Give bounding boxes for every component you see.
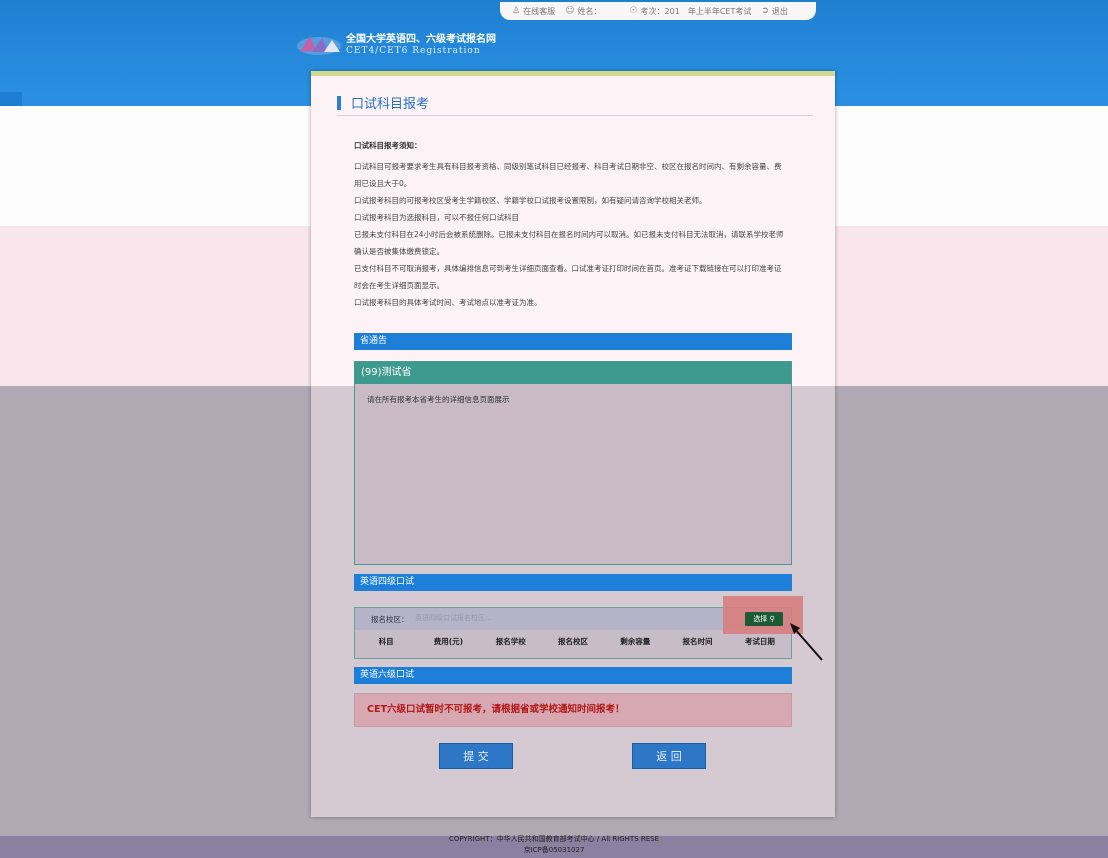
column-header: 考试日期: [744, 637, 775, 646]
pointer-arrow-icon: [790, 623, 823, 661]
province-notice-box: (99)测试省 请在所有报考本省考生的详细信息页面展示: [354, 361, 792, 565]
icp-text: 京ICP备05031027: [523, 846, 585, 854]
notice-line: 口试报考科目为选报科目，可以不报任何口试科目: [354, 213, 519, 222]
submit-button[interactable]: 提 交: [439, 743, 513, 769]
site-title: 全国大学英语四、六级考试报名网: [346, 33, 496, 45]
notice-line: 口试科目可报考要求考生具有科目报考资格、同级别笔试科目已经报考、科目考试日期非空…: [354, 162, 782, 171]
column-header: 报名时间: [682, 637, 713, 646]
notice-heading: 口试科目报考须知：: [354, 141, 422, 150]
notice-line: 口试报考科目的具体考试时间、考试地点以准考证为准。: [354, 298, 542, 307]
column-header: 费用(元): [433, 637, 464, 646]
cet-logo-icon: [296, 32, 342, 58]
campus-input[interactable]: 英语四级口试报名校区...: [415, 613, 492, 623]
title-marker: [337, 95, 341, 110]
cet6-oral-bar: 英语六级口试: [354, 667, 792, 684]
panel-top-accent: [311, 71, 835, 76]
column-header: 科目: [378, 637, 394, 646]
campus-label: 报名校区：: [371, 615, 409, 624]
logout-icon: ➲: [761, 6, 769, 16]
footer: COPYRIGHT：中华人民共和国教育部考试中心 / All RIGHTS RE…: [0, 834, 1108, 856]
customer-service-icon: ♙: [512, 6, 521, 16]
campus-row: 报名校区： 英语四级口试报名校区... 选择 ⚲: [355, 596, 803, 634]
user-icon: ☺: [565, 6, 575, 16]
online-service-link[interactable]: ♙ 在线客服: [512, 6, 555, 17]
column-header: 剩余容量: [620, 637, 651, 646]
page-title: 口试科目报考: [337, 93, 429, 112]
column-header: 报名学校: [495, 637, 526, 646]
back-button[interactable]: 返 回: [632, 743, 706, 769]
province-notice-bar: 省通告: [354, 333, 792, 350]
cet6-warning: CET六级口试暂时不可报考，请根据省或学校通知时间报考！: [354, 693, 792, 727]
select-campus-button[interactable]: 选择 ⚲: [745, 612, 783, 626]
user-bar: ♙ 在线客服 ☺ 姓名： ☉ 考次：201 年上半年CET考试 ➲ 退出: [500, 2, 816, 20]
notice-line: 已支付科目不可取消报考，具体编排信息可到考生详细页面查看。口试准考证打印时间在首…: [354, 264, 782, 273]
cet4-oral-bar: 英语四级口试: [354, 574, 792, 591]
main-panel: 口试科目报考 口试科目报考须知： 口试科目可报考要求考生具有科目报考资格、同级别…: [311, 71, 835, 817]
site-subtitle: CET4/CET6 Registration: [346, 45, 481, 56]
notice-line: 时会在考生详细页面显示。: [354, 281, 444, 290]
divider: [337, 115, 813, 116]
site-logo[interactable]: 全国大学英语四、六级考试报名网 CET4/CET6 Registration: [296, 32, 496, 58]
copyright-text: COPYRIGHT：中华人民共和国教育部考试中心 / All RIGHTS RE…: [448, 835, 660, 843]
table-header: 科目 费用(元) 报名学校 报名校区 剩余容量 报名时间 考试日期: [355, 636, 791, 647]
search-icon: ⚲: [769, 615, 775, 623]
globe-icon: ☉: [629, 6, 638, 16]
notice-section: 口试科目报考须知： 口试科目可报考要求考生具有科目报考资格、同级别笔试科目已经报…: [354, 140, 794, 311]
logout-link[interactable]: ➲ 退出: [761, 6, 788, 17]
cet4-oral-selection: 报名校区： 英语四级口试报名校区... 选择 ⚲ 科目 费用(元) 报名学校 报…: [354, 596, 803, 659]
exam-session: ☉ 考次：201 年上半年CET考试: [629, 6, 752, 16]
notice-line: 已报未支付科目在24小时后会被系统删除。已报未支付科目在报名时间内可以取消。如已…: [354, 230, 784, 239]
notice-line: 用已设且大于0。: [354, 179, 412, 188]
notice-line: 口试报考科目的可报考校区受考生学籍校区、学籍学校口试报考设置限制，如有疑问请咨询…: [354, 196, 707, 205]
province-notice-text: 请在所有报考本省考生的详细信息页面展示: [367, 395, 510, 404]
user-name: ☺ 姓名：: [565, 6, 602, 16]
province-name: (99)测试省: [355, 362, 791, 384]
notice-line: 确认是否被集体缴费锁定。: [354, 247, 444, 256]
header-background-edge: [0, 92, 22, 106]
column-header: 报名校区: [557, 637, 588, 646]
